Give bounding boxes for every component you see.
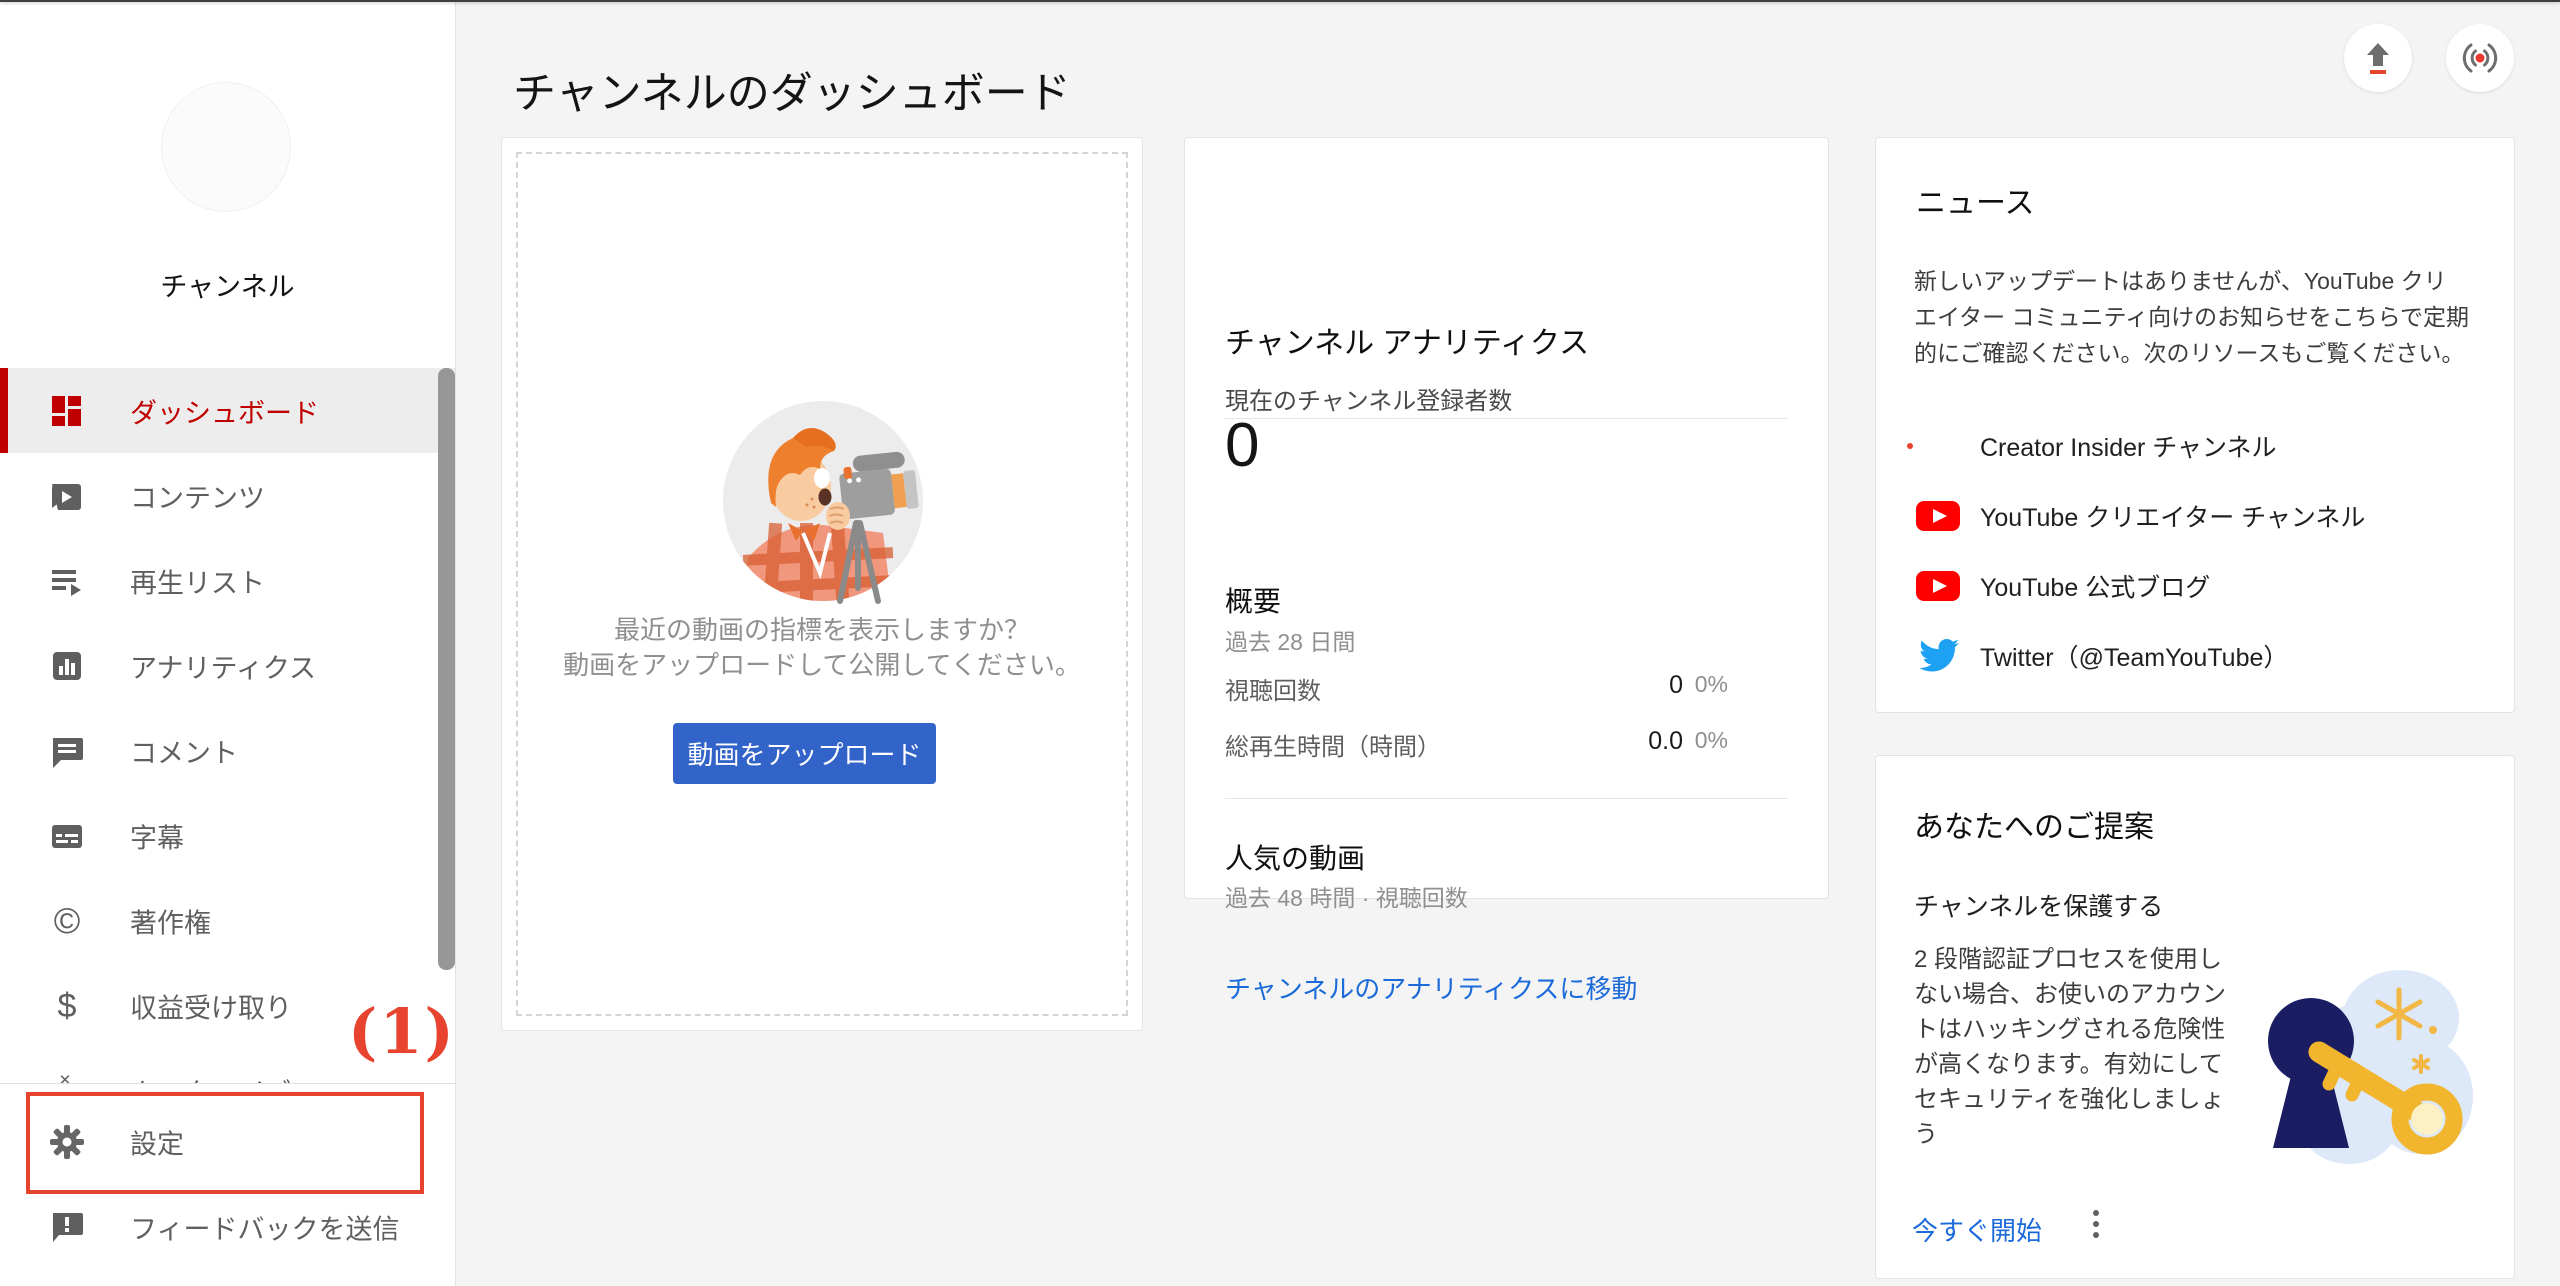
suggestion-body-line: トはハッキングされる危険性 — [1914, 1012, 2226, 1047]
subscribers-label: 現在のチャンネル登録者数 — [1225, 381, 1512, 416]
comments-icon — [47, 731, 87, 771]
news-paragraph-line: 的にご確認ください。次のリソースもご覧ください。 — [1914, 335, 2469, 371]
suggestion-body-line: ない場合、お使いのアカウン — [1914, 977, 2226, 1012]
summary-period: 過去 28 日間 — [1225, 623, 1355, 657]
metric-percent: 0% — [1695, 727, 1728, 754]
sidebar-item-playlists[interactable]: 再生リスト — [0, 538, 455, 623]
news-paragraph-line: エイター コミュニティ向けのお知らせをこちらで定期 — [1914, 299, 2469, 335]
sidebar-item-label: 著作権 — [130, 901, 211, 940]
channel-avatar[interactable] — [161, 82, 291, 212]
youtube-icon — [1916, 564, 1960, 608]
suggestion-body-line: 2 段階認証プロセスを使用し — [1914, 942, 2226, 977]
start-now-link[interactable]: 今すぐ開始 — [1912, 1211, 2042, 1248]
news-link-twitter[interactable]: Twitter（@TeamYouTube） — [1916, 632, 2476, 680]
metric-row-watchtime: 総再生時間（時間） 0.0 0% — [1185, 727, 1828, 757]
sidebar-item-label: 再生リスト — [130, 561, 265, 600]
news-link-creator-channel[interactable]: YouTube クリエイター チャンネル — [1916, 492, 2476, 540]
sidebar-item-label: フィードバックを送信 — [130, 1207, 399, 1246]
news-link-label: Twitter（@TeamYouTube） — [1980, 638, 2288, 674]
kebab-menu-icon[interactable] — [2081, 1208, 2111, 1242]
metric-value: 0 — [1669, 671, 1683, 700]
suggestion-body: 2 段階認証プロセスを使用し ない場合、お使いのアカウン トはハッキングされる危… — [1914, 942, 2226, 1152]
upload-caption-line1: 最近の動画の指標を表示しますか？ — [502, 613, 1142, 648]
go-to-analytics-link[interactable]: チャンネルのアナリティクスに移動 — [1225, 969, 1637, 1006]
upload-caption-line2: 動画をアップロードして公開してください。 — [502, 648, 1142, 683]
sidebar-item-subtitles[interactable]: 字幕 — [0, 793, 455, 878]
sidebar-item-label: アナリティクス — [130, 646, 316, 685]
window-top-edge — [0, 0, 2560, 2]
ci-label: C/I — [1916, 438, 1956, 454]
sidebar-item-label: 字幕 — [130, 816, 184, 855]
suggestion-body-line: セキュリティを強化しましょ — [1914, 1082, 2226, 1117]
sidebar-item-content[interactable]: コンテンツ — [0, 453, 455, 538]
page-title: チャンネルのダッシュボード — [513, 59, 1071, 121]
creator-insider-icon: C/I — [1916, 424, 1960, 468]
top-videos-period: 過去 48 時間 · 視聴回数 — [1225, 879, 1468, 913]
channel-analytics-card: チャンネル アナリティクス 現在のチャンネル登録者数 0 概要 過去 28 日間… — [1184, 137, 1829, 899]
metric-label: 総再生時間（時間） — [1225, 727, 1441, 762]
sidebar-item-comments[interactable]: コメント — [0, 708, 455, 793]
suggestion-body-line: が高くなります。有効にして — [1914, 1047, 2226, 1082]
news-link-label: YouTube 公式ブログ — [1980, 568, 2210, 604]
go-live-button[interactable] — [2446, 24, 2514, 92]
monetization-icon: $ — [47, 986, 87, 1026]
twitter-icon — [1916, 634, 1960, 678]
news-link-label: YouTube クリエイター チャンネル — [1980, 498, 2365, 534]
upload-prompt-card: 最近の動画の指標を表示しますか？ 動画をアップロードして公開してください。 動画… — [501, 137, 1143, 1031]
news-link-label: Creator Insider チャンネル — [1980, 428, 2277, 464]
news-paragraph-line: 新しいアップデートはありませんが、YouTube クリ — [1914, 263, 2469, 299]
analytics-title: チャンネル アナリティクス — [1225, 318, 1589, 362]
suggestion-item-title: チャンネルを保護する — [1914, 887, 2163, 923]
upload-caption: 最近の動画の指標を表示しますか？ 動画をアップロードして公開してください。 — [502, 613, 1142, 683]
suggestion-title: あなたへのご提案 — [1914, 802, 2154, 846]
news-link-official-blog[interactable]: YouTube 公式ブログ — [1916, 562, 2476, 610]
suggestion-body-line: う — [1914, 1117, 2226, 1152]
news-paragraph: 新しいアップデートはありませんが、YouTube クリ エイター コミュニティ向… — [1914, 263, 2469, 371]
sidebar-scrollbar[interactable] — [438, 368, 455, 970]
channel-label: チャンネル — [0, 265, 455, 304]
news-link-creator-insider[interactable]: C/I Creator Insider チャンネル — [1916, 422, 2476, 470]
metric-percent: 0% — [1695, 671, 1728, 698]
sidebar-item-label: コンテンツ — [130, 476, 265, 515]
annotation-highlight-box — [26, 1092, 424, 1194]
cameraman-illustration — [708, 383, 938, 613]
suggestion-card: あなたへのご提案 チャンネルを保護する 2 段階認証プロセスを使用し ない場合、… — [1875, 755, 2515, 1279]
annotation-step-number: (1) — [348, 995, 456, 1068]
subscribers-value: 0 — [1225, 410, 1259, 481]
news-title: ニュース — [1916, 178, 2035, 222]
metric-value: 0.0 — [1648, 727, 1683, 756]
sidebar-item-label: コメント — [130, 731, 238, 770]
upload-video-cta-button[interactable]: 動画をアップロード — [673, 723, 936, 784]
summary-title: 概要 — [1225, 580, 1281, 620]
sidebar-item-label: 収益受け取り — [130, 986, 292, 1025]
security-keyhole-illustration — [2249, 946, 2474, 1196]
top-videos-title: 人気の動画 — [1225, 837, 1365, 877]
metric-row-views: 視聴回数 0 0% — [1185, 671, 1828, 701]
dashboard-icon — [47, 391, 87, 431]
playlist-icon — [47, 561, 87, 601]
divider — [1225, 418, 1788, 419]
divider — [1225, 798, 1788, 799]
news-card: ニュース 新しいアップデートはありませんが、YouTube クリ エイター コミ… — [1875, 137, 2515, 713]
sidebar-item-dashboard[interactable]: ダッシュボード — [0, 368, 455, 453]
analytics-icon — [47, 646, 87, 686]
sidebar-item-copyright[interactable]: © 著作権 — [0, 878, 455, 963]
metric-label: 視聴回数 — [1225, 671, 1321, 706]
subtitles-icon — [47, 816, 87, 856]
youtube-icon — [1916, 494, 1960, 538]
upload-video-button[interactable] — [2344, 24, 2412, 92]
sidebar-item-analytics[interactable]: アナリティクス — [0, 623, 455, 708]
sidebar-item-label: ダッシュボード — [130, 391, 319, 430]
feedback-icon — [47, 1207, 87, 1247]
sidebar-item-feedback[interactable]: フィードバックを送信 — [0, 1184, 455, 1269]
content-icon — [47, 476, 87, 516]
copyright-icon: © — [47, 901, 87, 941]
